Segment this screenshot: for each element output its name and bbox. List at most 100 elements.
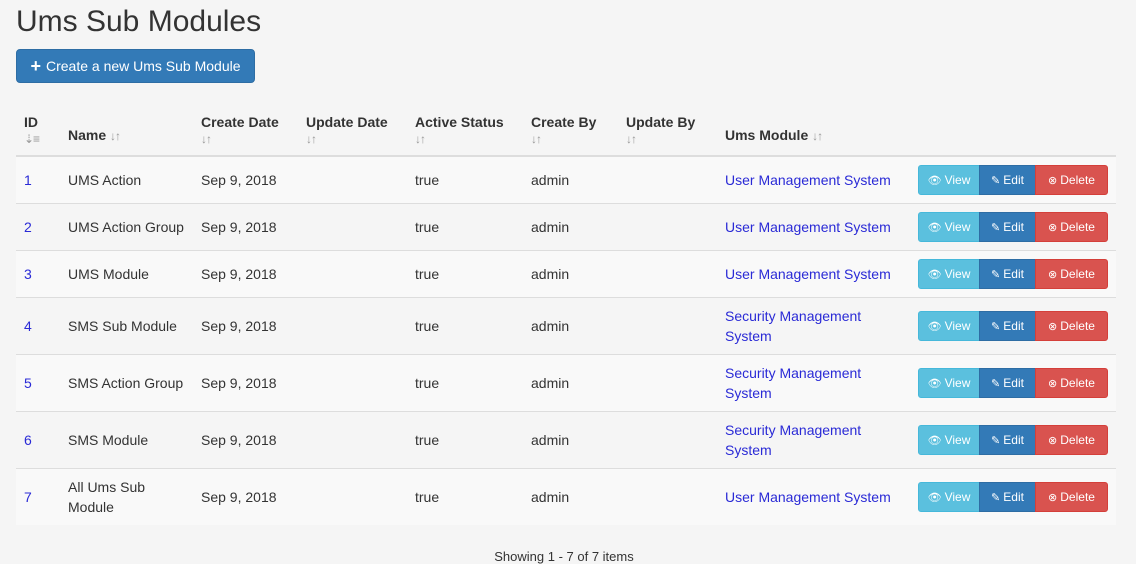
pencil-icon: ✎ xyxy=(991,268,1001,281)
cell-ums-module: User Management System xyxy=(717,468,907,525)
column-header-create-date[interactable]: Create Date ↓↑ xyxy=(193,108,298,157)
cell-active-status: true xyxy=(407,354,523,412)
column-header-update-date[interactable]: Update Date ↓↑ xyxy=(298,108,407,157)
circle-x-icon: ⊗ xyxy=(1048,320,1058,333)
plus-icon: + xyxy=(30,56,41,76)
cell-actions: 👁 View ✎ Edit ⊗ Delete xyxy=(907,354,1116,412)
create-button-label: Create a new Ums Sub Module xyxy=(45,58,241,74)
cell-ums-module: Security Management System xyxy=(717,297,907,355)
create-sub-module-button[interactable]: + Create a new Ums Sub Module xyxy=(16,49,255,83)
view-button[interactable]: 👁 View xyxy=(918,311,980,341)
cell-create-by: admin xyxy=(523,411,618,469)
cell-active-status: true xyxy=(407,250,523,298)
edit-button[interactable]: ✎ Edit xyxy=(979,259,1036,289)
row-id-link[interactable]: 2 xyxy=(24,219,32,235)
cell-ums-module: User Management System xyxy=(717,250,907,298)
sort-asc-icon[interactable]: ⇣≡ xyxy=(24,132,52,146)
ums-module-link[interactable]: User Management System xyxy=(725,266,891,282)
cell-update-by xyxy=(618,203,717,251)
column-header-active-status[interactable]: Active Status ↓↑ xyxy=(407,108,523,157)
cell-update-by xyxy=(618,354,717,412)
cell-create-date: Sep 9, 2018 xyxy=(193,297,298,355)
delete-button[interactable]: ⊗ Delete xyxy=(1035,212,1108,242)
sort-icon[interactable]: ↓↑ xyxy=(812,129,823,143)
column-header-ums-module[interactable]: Ums Module ↓↑ xyxy=(717,108,907,157)
cell-actions: 👁 View ✎ Edit ⊗ Delete xyxy=(907,203,1116,251)
cell-create-by: admin xyxy=(523,250,618,298)
ums-module-link[interactable]: Security Management System xyxy=(725,422,861,458)
circle-x-icon: ⊗ xyxy=(1048,268,1058,281)
table-row: 2 UMS Action Group Sep 9, 2018 true admin Use… xyxy=(16,203,1116,251)
circle-x-icon: ⊗ xyxy=(1048,491,1058,504)
delete-button[interactable]: ⊗ Delete xyxy=(1035,425,1108,455)
view-button[interactable]: 👁 View xyxy=(918,259,980,289)
cell-id: 7 xyxy=(16,468,60,525)
pencil-icon: ✎ xyxy=(991,221,1001,234)
row-actions: 👁 View ✎ Edit ⊗ Delete xyxy=(915,482,1108,512)
view-button[interactable]: 👁 View xyxy=(918,212,980,242)
sort-icon[interactable]: ↓↑ xyxy=(306,132,399,146)
delete-button[interactable]: ⊗ Delete xyxy=(1035,311,1108,341)
row-actions: 👁 View ✎ Edit ⊗ Delete xyxy=(915,212,1108,242)
cell-active-status: true xyxy=(407,468,523,525)
row-id-link[interactable]: 4 xyxy=(24,318,32,334)
edit-button[interactable]: ✎ Edit xyxy=(979,425,1036,455)
sort-icon[interactable]: ↓↑ xyxy=(110,129,121,143)
row-id-link[interactable]: 3 xyxy=(24,266,32,282)
eye-icon: 👁 xyxy=(927,491,942,504)
cell-ums-module: User Management System xyxy=(717,155,907,204)
delete-button[interactable]: ⊗ Delete xyxy=(1035,259,1108,289)
cell-name: UMS Action Group xyxy=(60,203,193,251)
row-id-link[interactable]: 1 xyxy=(24,172,32,188)
pagination-info: Showing 1 - 7 of 7 items xyxy=(494,549,634,564)
view-button[interactable]: 👁 View xyxy=(918,425,980,455)
delete-button[interactable]: ⊗ Delete xyxy=(1035,368,1108,398)
ums-module-link[interactable]: User Management System xyxy=(725,172,891,188)
cell-id: 1 xyxy=(16,155,60,204)
column-header-update-by[interactable]: Update By ↓↑ xyxy=(618,108,717,157)
view-button[interactable]: 👁 View xyxy=(918,368,980,398)
cell-ums-module: User Management System xyxy=(717,203,907,251)
view-button[interactable]: 👁 View xyxy=(918,482,980,512)
sort-icon[interactable]: ↓↑ xyxy=(415,132,515,146)
ums-module-link[interactable]: Security Management System xyxy=(725,365,861,401)
cell-create-date: Sep 9, 2018 xyxy=(193,250,298,298)
sort-icon[interactable]: ↓↑ xyxy=(201,132,290,146)
row-actions: 👁 View ✎ Edit ⊗ Delete xyxy=(915,165,1108,195)
edit-button[interactable]: ✎ Edit xyxy=(979,212,1036,242)
cell-create-date: Sep 9, 2018 xyxy=(193,155,298,204)
cell-create-by: admin xyxy=(523,155,618,204)
ums-module-link[interactable]: User Management System xyxy=(725,489,891,505)
ums-module-link[interactable]: User Management System xyxy=(725,219,891,235)
eye-icon: 👁 xyxy=(927,377,942,390)
sort-icon[interactable]: ↓↑ xyxy=(626,132,709,146)
delete-button[interactable]: ⊗ Delete xyxy=(1035,165,1108,195)
cell-name: SMS Sub Module xyxy=(60,297,193,355)
edit-button[interactable]: ✎ Edit xyxy=(979,311,1036,341)
row-actions: 👁 View ✎ Edit ⊗ Delete xyxy=(915,259,1108,289)
edit-button[interactable]: ✎ Edit xyxy=(979,482,1036,512)
column-header-name[interactable]: Name ↓↑ xyxy=(60,108,193,157)
row-id-link[interactable]: 7 xyxy=(24,489,32,505)
edit-button[interactable]: ✎ Edit xyxy=(979,368,1036,398)
table-row: 6 SMS Module Sep 9, 2018 true admin Security … xyxy=(16,411,1116,469)
sort-icon[interactable]: ↓↑ xyxy=(531,132,610,146)
row-id-link[interactable]: 6 xyxy=(24,432,32,448)
table-row: 5 SMS Action Group Sep 9, 2018 true admin Sec… xyxy=(16,354,1116,412)
column-header-create-by[interactable]: Create By ↓↑ xyxy=(523,108,618,157)
cell-actions: 👁 View ✎ Edit ⊗ Delete xyxy=(907,411,1116,469)
row-id-link[interactable]: 5 xyxy=(24,375,32,391)
ums-module-link[interactable]: Security Management System xyxy=(725,308,861,344)
cell-update-by xyxy=(618,411,717,469)
view-button[interactable]: 👁 View xyxy=(918,165,980,195)
table-header-row: ID ⇣≡ Name ↓↑ Create Date ↓↑ Update Date… xyxy=(16,108,1116,157)
cell-actions: 👁 View ✎ Edit ⊗ Delete xyxy=(907,155,1116,204)
cell-actions: 👁 View ✎ Edit ⊗ Delete xyxy=(907,250,1116,298)
cell-create-by: admin xyxy=(523,203,618,251)
delete-button[interactable]: ⊗ Delete xyxy=(1035,482,1108,512)
edit-button[interactable]: ✎ Edit xyxy=(979,165,1036,195)
row-actions: 👁 View ✎ Edit ⊗ Delete xyxy=(915,425,1108,455)
circle-x-icon: ⊗ xyxy=(1048,377,1058,390)
column-header-id[interactable]: ID ⇣≡ xyxy=(16,108,60,157)
cell-active-status: true xyxy=(407,203,523,251)
